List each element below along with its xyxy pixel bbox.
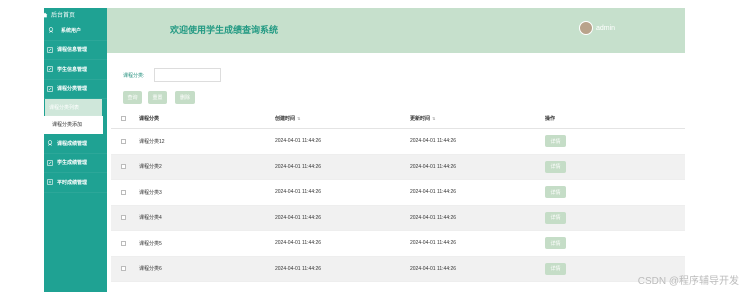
table-row: 课程分类3 2024-04-01 11:44:26 2024-04-01 11:… <box>111 180 685 206</box>
home-icon <box>42 12 48 17</box>
cell-name: 课程分类4 <box>139 215 162 222</box>
sidebar-item-label: 系统用户 <box>61 27 82 34</box>
cell-created: 2024-04-01 11:44:26 <box>275 138 322 145</box>
cell-updated: 2024-04-01 11:44:26 <box>410 214 457 221</box>
sidebar: 后台首页 系统用户 课程信息管理 学生信息管理 课程分类管理 课程分类列表 课程… <box>42 8 107 292</box>
header: 欢迎使用学生成绩查询系统 admin <box>107 8 685 53</box>
watermark: CSDN @程序辅导开发 <box>637 276 739 287</box>
sort-icon: ⇅ <box>432 116 436 121</box>
cell-created: 2024-04-01 11:44:26 <box>275 265 322 272</box>
cell-name: 课程分类12 <box>139 138 165 145</box>
detail-button[interactable]: 详情 <box>545 160 566 173</box>
delete-button[interactable]: 删除 <box>175 91 195 104</box>
plus-icon <box>47 179 53 185</box>
sidebar-item-regular-grades[interactable]: 平时成绩管理 <box>44 173 107 193</box>
sidebar-home-label: 后台首页 <box>51 13 76 19</box>
edit-icon <box>47 86 53 92</box>
table-row: 课程分类12 2024-04-01 11:44:26 2024-04-01 11… <box>111 129 685 155</box>
detail-button[interactable]: 详情 <box>545 237 566 250</box>
sidebar-item-label: 课程分类管理 <box>57 86 88 93</box>
query-button[interactable]: 查询 <box>123 91 142 104</box>
column-header[interactable]: 课程分类 <box>139 115 159 122</box>
table-row: 课程分类5 2024-04-01 11:44:26 2024-04-01 11:… <box>111 231 685 257</box>
column-header[interactable]: 更新时间 ⇅ <box>410 115 435 122</box>
sidebar-item-course-info[interactable]: 课程信息管理 <box>44 41 107 60</box>
user-icon <box>48 27 54 33</box>
user-menu[interactable]: admin <box>579 21 615 35</box>
select-all-checkbox[interactable] <box>121 116 126 121</box>
cell-updated: 2024-04-01 11:44:26 <box>410 240 457 247</box>
sidebar-item-student-info[interactable]: 学生信息管理 <box>44 60 107 80</box>
cell-created: 2024-04-01 11:44:26 <box>275 189 322 196</box>
row-checkbox[interactable] <box>121 138 126 144</box>
table-row: 课程分类2 2024-04-01 11:44:26 2024-04-01 11:… <box>111 154 685 180</box>
cell-created: 2024-04-01 11:44:26 <box>275 214 322 221</box>
table-header: 课程分类 创建时间 ⇅ 更新时间 ⇅ 操作 <box>111 109 685 129</box>
table-row: 课程分类6 2024-04-01 11:44:26 2024-04-01 11:… <box>111 256 685 282</box>
edit-icon <box>47 47 53 53</box>
sort-icon: ⇅ <box>297 116 301 121</box>
sidebar-item-label: 学生信息管理 <box>57 66 88 73</box>
detail-button[interactable]: 详情 <box>545 262 566 275</box>
page-title: 欢迎使用学生成绩查询系统 <box>170 25 279 35</box>
sidebar-subitem-category-list[interactable]: 课程分类列表 <box>45 99 102 116</box>
sidebar-item-label: 学生成绩管理 <box>57 160 88 167</box>
reset-button[interactable]: 重置 <box>148 91 167 104</box>
cell-name: 课程分类2 <box>139 164 162 171</box>
sidebar-item-label: 课程信息管理 <box>57 47 88 54</box>
cell-updated: 2024-04-01 11:44:26 <box>410 189 457 196</box>
search-label: 课程分类: <box>123 73 145 79</box>
cell-name: 课程分类5 <box>139 240 162 247</box>
edit-icon <box>47 66 53 72</box>
cell-created: 2024-04-01 11:44:26 <box>275 240 322 247</box>
sidebar-item-label: 课程分类添加 <box>52 122 83 128</box>
detail-button[interactable]: 详情 <box>545 186 566 199</box>
row-checkbox[interactable] <box>121 240 126 246</box>
sidebar-subitem-category-add[interactable]: 课程分类添加 <box>44 116 103 134</box>
row-checkbox[interactable] <box>121 164 126 170</box>
sidebar-item-student-grades[interactable]: 学生成绩管理 <box>44 154 107 173</box>
cell-updated: 2024-04-01 11:44:26 <box>410 265 457 272</box>
sidebar-item-course-category[interactable]: 课程分类管理 <box>44 80 107 99</box>
sidebar-item-system-users[interactable]: 系统用户 <box>44 21 107 41</box>
detail-button[interactable]: 详情 <box>545 211 566 224</box>
sidebar-item-label: 课程成绩管理 <box>57 140 88 147</box>
row-checkbox[interactable] <box>121 266 126 272</box>
user-icon <box>47 140 53 146</box>
cell-name: 课程分类6 <box>139 266 162 273</box>
table-row: 课程分类4 2024-04-01 11:44:26 2024-04-01 11:… <box>111 205 685 231</box>
column-header: 操作 <box>545 116 556 122</box>
column-header[interactable]: 创建时间 ⇅ <box>275 115 300 122</box>
detail-button[interactable]: 详情 <box>545 135 566 148</box>
cell-updated: 2024-04-01 11:44:26 <box>410 138 457 145</box>
sidebar-item-label: 平时成绩管理 <box>57 179 88 186</box>
edit-icon <box>47 160 53 166</box>
sidebar-home[interactable]: 后台首页 <box>42 8 107 21</box>
data-table: 课程分类 创建时间 ⇅ 更新时间 ⇅ 操作 课程分类12 2024-04-01 11… <box>111 109 685 282</box>
row-checkbox[interactable] <box>121 215 126 221</box>
row-checkbox[interactable] <box>121 189 126 195</box>
cell-created: 2024-04-01 11:44:26 <box>275 163 322 170</box>
sidebar-item-label: 课程分类列表 <box>49 104 80 111</box>
search-input[interactable] <box>154 68 221 82</box>
avatar[interactable] <box>579 21 593 35</box>
cell-name: 课程分类3 <box>139 189 162 196</box>
sidebar-item-course-grades[interactable]: 课程成绩管理 <box>44 134 107 154</box>
username: admin <box>596 24 616 32</box>
cell-updated: 2024-04-01 11:44:26 <box>410 163 457 170</box>
